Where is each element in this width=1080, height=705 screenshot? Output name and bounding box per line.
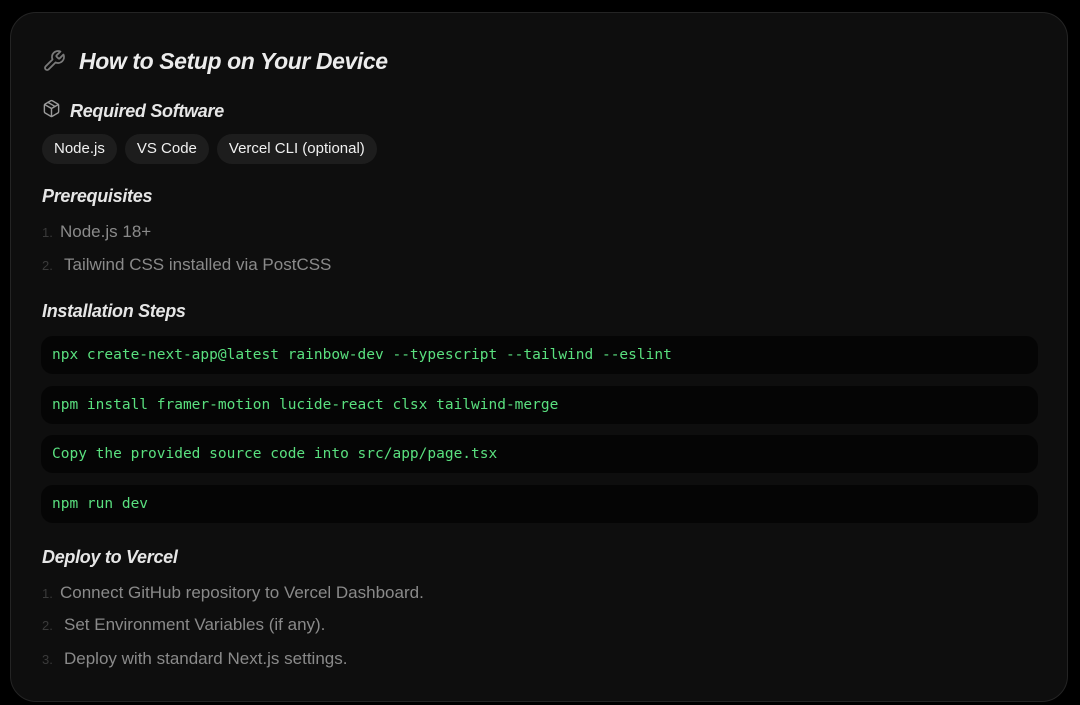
required-software-heading: Required Software [70, 100, 224, 121]
list-text: Connect GitHub repository to Vercel Dash… [60, 583, 424, 602]
list-text: Tailwind CSS installed via PostCSS [64, 255, 332, 274]
setup-header: How to Setup on Your Device [42, 45, 388, 77]
list-text: Node.js 18+ [60, 222, 152, 241]
code-block[interactable]: npm install framer-motion lucide-react c… [41, 386, 1038, 424]
software-chip-nodejs: Node.js [42, 134, 117, 164]
list-number: 2. [42, 618, 53, 633]
installation-heading: Installation Steps [42, 301, 186, 321]
package-icon [42, 99, 61, 123]
list-number: 2. [42, 258, 53, 273]
code-block[interactable]: Copy the provided source code into src/a… [41, 435, 1038, 473]
prerequisite-item: 1. Node.js 18+ [42, 222, 151, 244]
list-text: Deploy with standard Next.js settings. [64, 649, 348, 668]
page-title: How to Setup on Your Device [79, 47, 388, 74]
code-block[interactable]: npm run dev [41, 485, 1038, 523]
deploy-step: 3. Deploy with standard Next.js settings… [42, 649, 347, 671]
software-chip-vscode: VS Code [124, 134, 209, 164]
list-text: Set Environment Variables (if any). [64, 615, 326, 634]
wrench-icon [42, 49, 66, 73]
required-software-header: Required Software [42, 99, 224, 123]
deploy-heading: Deploy to Vercel [42, 547, 178, 567]
software-chip-vercel-cli: Vercel CLI (optional) [216, 134, 377, 164]
list-number: 1. [42, 586, 53, 601]
setup-card: How to Setup on Your Device Required Sof… [10, 12, 1068, 702]
list-number: 1. [42, 225, 53, 240]
software-chip-list: Node.js VS Code Vercel CLI (optional) [42, 134, 377, 164]
deploy-step: 1. Connect GitHub repository to Vercel D… [42, 583, 424, 605]
deploy-step: 2. Set Environment Variables (if any). [42, 615, 325, 637]
prerequisite-item: 2. Tailwind CSS installed via PostCSS [42, 255, 331, 277]
code-block[interactable]: npx create-next-app@latest rainbow-dev -… [41, 336, 1038, 374]
prerequisites-heading: Prerequisites [42, 186, 153, 206]
list-number: 3. [42, 652, 53, 667]
